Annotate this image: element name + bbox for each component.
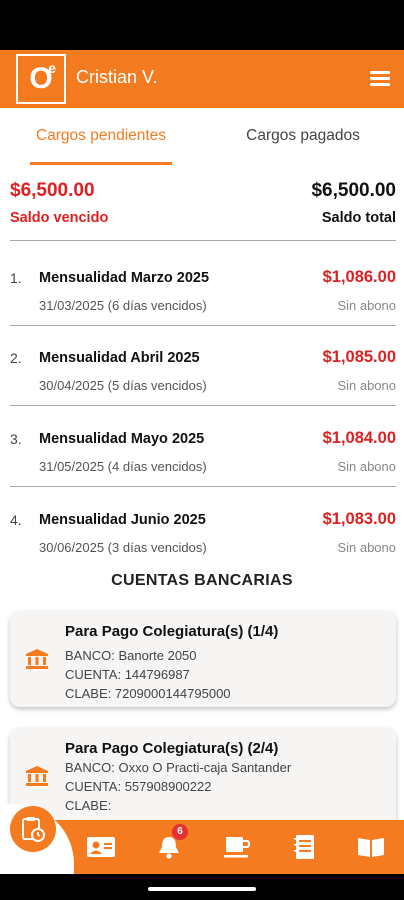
charge-concept: Mensualidad Mayo 2025 bbox=[39, 431, 205, 447]
tab-cargos-pagados[interactable]: Cargos pagados bbox=[202, 108, 404, 164]
charge-row[interactable]: 3. Mensualidad Mayo 2025 $1,084.00 31/05… bbox=[0, 421, 404, 501]
charge-status: Sin abono bbox=[337, 459, 396, 474]
account-bank: BANCO: Banorte 2050 bbox=[65, 648, 197, 663]
notebook-icon[interactable] bbox=[290, 834, 320, 860]
overdue-amount: $6,500.00 bbox=[10, 180, 95, 201]
bank-icon bbox=[26, 649, 48, 669]
account-card-title: Para Pago Colegiatura(s) (1/4) bbox=[65, 623, 279, 640]
overdue-summary: $6,500.00 Saldo vencido bbox=[10, 180, 108, 226]
charge-amount: $1,086.00 bbox=[322, 268, 396, 286]
logo-superscript: e bbox=[48, 60, 56, 76]
overdue-label: Saldo vencido bbox=[10, 210, 109, 226]
charge-amount: $1,085.00 bbox=[322, 348, 396, 366]
bank-icon bbox=[26, 766, 48, 786]
row-divider bbox=[10, 325, 396, 326]
total-label: Saldo total bbox=[321, 210, 396, 226]
account-card-title: Para Pago Colegiatura(s) (2/4) bbox=[65, 740, 279, 757]
charge-concept: Mensualidad Abril 2025 bbox=[39, 350, 200, 366]
charge-index: 3. bbox=[10, 431, 22, 447]
account-number: CUENTA: 557908900222 bbox=[65, 779, 212, 794]
charge-status: Sin abono bbox=[337, 540, 396, 555]
charge-row[interactable]: 1. Mensualidad Marzo 2025 $1,086.00 31/0… bbox=[0, 260, 404, 340]
charge-amount: $1,084.00 bbox=[322, 429, 396, 447]
account-bank: BANCO: Oxxo O Practi-caja Santander bbox=[65, 760, 292, 775]
clipboard-clock-icon bbox=[22, 817, 45, 842]
charge-date: 30/06/2025 (3 días vencidos) bbox=[39, 540, 207, 555]
charge-status: Sin abono bbox=[337, 298, 396, 313]
bank-account-card[interactable]: Para Pago Colegiatura(s) (1/4) BANCO: Ba… bbox=[10, 611, 396, 707]
row-divider bbox=[10, 486, 396, 487]
tab-bar: Cargos pendientes Cargos pagados bbox=[0, 108, 404, 165]
home-indicator[interactable] bbox=[148, 887, 256, 891]
status-bar bbox=[0, 0, 404, 50]
charge-date: 31/05/2025 (4 días vencidos) bbox=[39, 459, 207, 474]
clipboard-clock-button[interactable] bbox=[10, 806, 56, 852]
notification-badge: 6 bbox=[172, 824, 188, 840]
account-number: CUENTA: 144796987 bbox=[65, 667, 190, 682]
total-amount: $6,500.00 bbox=[311, 180, 396, 201]
row-divider bbox=[10, 405, 396, 406]
total-summary: $6,500.00 Saldo total bbox=[311, 180, 396, 226]
summary-divider bbox=[10, 240, 396, 241]
charge-status: Sin abono bbox=[337, 378, 396, 393]
main-content: Cargos pendientes Cargos pagados $6,500.… bbox=[0, 108, 404, 820]
charge-concept: Mensualidad Marzo 2025 bbox=[39, 270, 210, 286]
coffee-cup-icon[interactable] bbox=[222, 834, 252, 860]
app-logo: O e bbox=[16, 54, 66, 104]
charge-row[interactable]: 2. Mensualidad Abril 2025 $1,085.00 30/0… bbox=[0, 340, 404, 420]
active-tab-indicator bbox=[30, 162, 172, 165]
charge-date: 31/03/2025 (6 días vencidos) bbox=[39, 298, 207, 313]
tab-cargos-pendientes[interactable]: Cargos pendientes bbox=[0, 108, 202, 164]
fab-container bbox=[0, 800, 74, 878]
account-clabe: CLABE: 7209000144795000 bbox=[65, 686, 231, 701]
charge-amount: $1,083.00 bbox=[322, 510, 396, 528]
charge-row[interactable]: 4. Mensualidad Junio 2025 $1,083.00 30/0… bbox=[0, 502, 404, 582]
app-header: O e Cristian V. bbox=[0, 50, 404, 108]
open-book-icon[interactable] bbox=[356, 834, 386, 860]
charge-date: 30/04/2025 (5 días vencidos) bbox=[39, 378, 207, 393]
contacts-card-icon[interactable] bbox=[86, 834, 116, 860]
charge-index: 1. bbox=[10, 270, 22, 286]
user-name: Cristian V. bbox=[76, 67, 158, 87]
bank-accounts-title: CUENTAS BANCARIAS bbox=[111, 572, 293, 589]
charge-concept: Mensualidad Junio 2025 bbox=[39, 512, 206, 528]
charge-index: 4. bbox=[10, 512, 22, 528]
charge-index: 2. bbox=[10, 350, 22, 366]
hamburger-menu-icon[interactable] bbox=[370, 71, 390, 87]
